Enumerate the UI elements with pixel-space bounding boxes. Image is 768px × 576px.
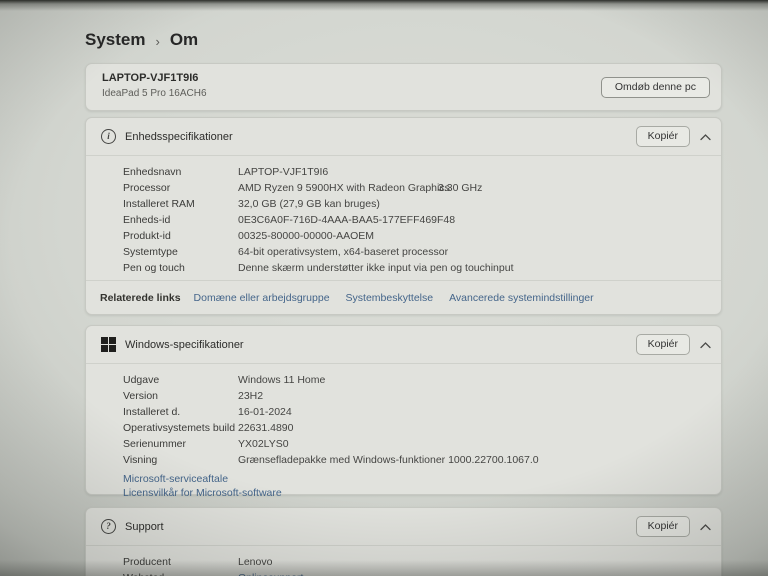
link-microsoft-software-license[interactable]: Licensvilkår for Microsoft-software [123, 487, 282, 499]
spec-row: Version 23H2 [86, 388, 721, 404]
support-header[interactable]: ? Support Kopiér [86, 508, 721, 546]
spec-row: Pen og touch Denne skærm understøtter ik… [86, 260, 721, 276]
spec-value: 00325-80000-00000-AAOEM [238, 230, 375, 242]
spec-value: LAPTOP-VJF1T9I6 [238, 166, 329, 178]
device-model: IdeaPad 5 Pro 16ACH6 [102, 88, 207, 99]
device-specs-title: Enhedsspecifikationer [125, 130, 233, 143]
device-specs-header[interactable]: i Enhedsspecifikationer Kopiér [86, 118, 721, 156]
spec-label: Serienummer [123, 438, 187, 450]
spec-label: Websted [123, 570, 238, 576]
chevron-up-icon[interactable] [698, 131, 712, 143]
device-specs-rows: Enhedsnavn LAPTOP-VJF1T9I6 Processor AMD… [86, 156, 721, 276]
windows-specs-title: Windows-specifikationer [125, 338, 244, 351]
spec-value: 0E3C6A0F-716D-4AAA-BAA5-177EFF469F48 [238, 214, 456, 226]
spec-value: Windows 11 Home [238, 374, 326, 386]
spec-label: Installeret RAM [123, 198, 195, 210]
spec-row: Enhedsnavn LAPTOP-VJF1T9I6 [86, 164, 721, 180]
device-name: LAPTOP-VJF1T9I6 [102, 72, 199, 84]
question-icon: ? [101, 519, 116, 534]
breadcrumb-separator-icon: › [155, 33, 160, 49]
related-links-row: Relaterede links Domæne eller arbejdsgru… [86, 280, 721, 314]
link-microsoft-services-agreement[interactable]: Microsoft-serviceaftale [123, 473, 228, 485]
windows-specs-card: Windows-specifikationer Kopiér Udgave Wi… [85, 325, 722, 499]
spec-value: 32,0 GB (27,9 GB kan bruges) [238, 198, 380, 210]
spec-label: Udgave [123, 374, 160, 386]
windows-specs-header[interactable]: Windows-specifikationer Kopiér [86, 326, 721, 364]
spec-row: Installeret d. 16-01-2024 [86, 404, 721, 420]
spec-value: AMD Ryzen 9 5900HX with Radeon Graphics [238, 182, 450, 194]
spec-label: Version [123, 390, 159, 402]
spec-row: Systemtype 64-bit operativsystem, x64-ba… [86, 244, 721, 260]
windows-logo-icon [101, 337, 116, 352]
spec-row: Visning Grænsefladepakke med Windows-fun… [86, 452, 721, 468]
spec-row: Producent Lenovo [86, 554, 721, 570]
spec-row: Udgave Windows 11 Home [86, 372, 721, 388]
spec-value: 16-01-2024 [238, 406, 292, 418]
spec-value: Lenovo [238, 556, 273, 568]
device-specs-card: i Enhedsspecifikationer Kopiér Enhedsnav… [85, 117, 722, 315]
breadcrumb: System › Om [85, 30, 198, 50]
spec-value: 22631.4890 [238, 422, 294, 434]
spec-row: Enheds-id 0E3C6A0F-716D-4AAA-BAA5-177EFF… [86, 212, 721, 228]
link-advanced-system-settings[interactable]: Avancerede systemindstillinger [449, 292, 594, 304]
chevron-up-icon[interactable] [698, 339, 712, 351]
chevron-up-icon[interactable] [698, 521, 712, 533]
spec-label: Enhedsnavn [123, 166, 182, 178]
spec-label: Produkt-id [123, 230, 171, 242]
copy-windows-specs-button[interactable]: Kopiér [635, 334, 690, 355]
spec-value: Denne skærm understøtter ikke input via … [238, 262, 514, 274]
microsoft-links: Microsoft-serviceaftale Licensvilkår for… [86, 468, 721, 500]
settings-about-page: System › Om LAPTOP-VJF1T9I6 IdeaPad 5 Pr… [0, 0, 768, 576]
windows-specs-rows: Udgave Windows 11 Home Version 23H2 Inst… [86, 364, 721, 468]
rename-pc-button[interactable]: Omdøb denne pc [600, 77, 710, 98]
info-icon: i [101, 129, 116, 144]
device-name-card: LAPTOP-VJF1T9I6 IdeaPad 5 Pro 16ACH6 Omd… [85, 63, 722, 111]
spec-row: Serienummer YX02LYS0 [86, 436, 721, 452]
spec-value: YX02LYS0 [238, 438, 289, 450]
link-online-support[interactable]: Onlinesupport [238, 570, 303, 576]
spec-value: 64-bit operativsystem, x64-baseret proce… [238, 246, 449, 258]
spec-label: Visning [123, 454, 158, 466]
breadcrumb-system[interactable]: System [85, 30, 145, 50]
support-card: ? Support Kopiér Producent Lenovo Webste… [85, 507, 722, 576]
copy-device-specs-button[interactable]: Kopiér [635, 126, 690, 147]
spec-row: Installeret RAM 32,0 GB (27,9 GB kan bru… [86, 196, 721, 212]
spec-value: Grænsefladepakke med Windows-funktioner … [238, 454, 539, 466]
support-rows: Producent Lenovo Websted Onlinesupport [86, 546, 721, 576]
spec-label: Operativsystemets build [123, 422, 236, 434]
spec-row: Operativsystemets build 22631.4890 [86, 420, 721, 436]
spec-label: Installeret d. [123, 406, 181, 418]
spec-row: Processor AMD Ryzen 9 5900HX with Radeon… [86, 180, 721, 196]
related-links-label: Relaterede links [100, 291, 181, 304]
spec-row: Produkt-id 00325-80000-00000-AAOEM [86, 228, 721, 244]
link-domain-workgroup[interactable]: Domæne eller arbejdsgruppe [194, 292, 330, 304]
spec-label: Systemtype [123, 246, 178, 258]
processor-clock-speed: 3.30 GHz [438, 182, 483, 194]
spec-label: Processor [123, 182, 171, 194]
spec-label: Pen og touch [123, 262, 185, 274]
spec-row: Websted Onlinesupport [86, 570, 721, 576]
spec-value: 23H2 [238, 390, 264, 402]
support-title: Support [125, 520, 164, 533]
page-title: Om [169, 30, 199, 49]
spec-label: Producent [123, 556, 171, 568]
copy-support-button[interactable]: Kopiér [635, 516, 690, 537]
link-system-protection[interactable]: Systembeskyttelse [346, 292, 434, 304]
spec-label: Enheds-id [123, 214, 171, 226]
